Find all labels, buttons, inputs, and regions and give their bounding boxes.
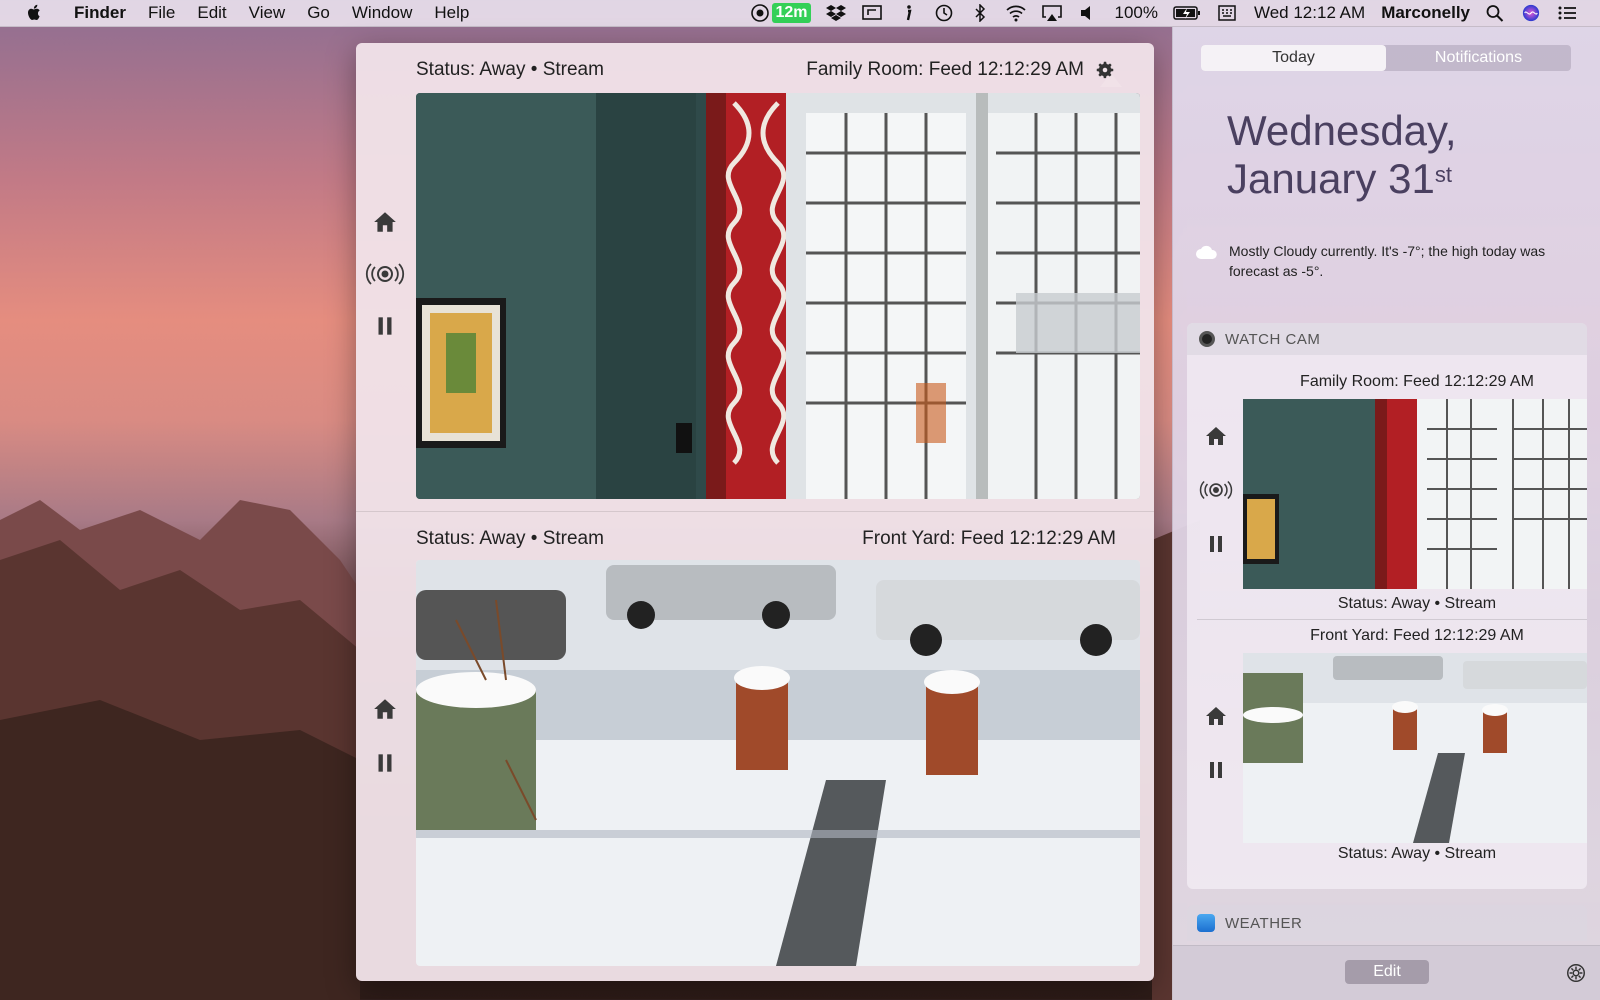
keyboard-viewer-icon[interactable]: [1216, 3, 1238, 23]
battery-percent: 100%: [1114, 3, 1158, 22]
airplay-icon[interactable]: [1041, 3, 1063, 23]
display-icon[interactable]: [861, 3, 883, 23]
widget-feed-title: Front Yard: Feed 12:12:29 AM: [1310, 627, 1524, 644]
pause-icon: [378, 317, 392, 335]
menubar-user[interactable]: Marconelly: [1381, 3, 1470, 23]
apple-menu-icon[interactable]: [24, 3, 44, 23]
cloud-icon: [1196, 245, 1217, 259]
edit-widgets-button[interactable]: Edit: [1345, 960, 1429, 984]
nc-settings-gear-icon[interactable]: [1565, 962, 1587, 984]
weather-summary-text: Mostly Cloudy currently. It's -7°; the h…: [1229, 243, 1546, 279]
home-icon: [374, 699, 396, 719]
widget-header[interactable]: WATCH CAM: [1187, 323, 1587, 355]
watch-cam-popover: Status: Away • Stream Family Room: Feed …: [356, 43, 1154, 981]
weather-summary: Mostly Cloudy currently. It's -7°; the h…: [1195, 241, 1575, 281]
time-machine-icon[interactable]: [933, 3, 955, 23]
cam-timer-badge: 12m: [772, 3, 811, 23]
menu-view[interactable]: View: [249, 3, 286, 23]
today-date: Wednesday, January 31st: [1227, 107, 1457, 203]
menu-file[interactable]: File: [148, 3, 175, 23]
menu-app-name[interactable]: Finder: [74, 3, 126, 23]
widget-title: WATCH CAM: [1225, 330, 1321, 348]
camera-feed-title: Front Yard: Feed 12:12:29 AM: [862, 528, 1116, 549]
wifi-icon[interactable]: [1005, 3, 1027, 23]
widget-camera-feed-image[interactable]: [1243, 653, 1587, 843]
siri-icon[interactable]: [1520, 3, 1542, 23]
pause-button[interactable]: [370, 748, 400, 778]
home-mode-button[interactable]: [1199, 701, 1233, 731]
weather-widget-title: WEATHER: [1225, 914, 1303, 932]
watch-cam-status-item[interactable]: 12m: [750, 3, 811, 23]
siren-icon: [365, 263, 405, 285]
date-suffix: st: [1434, 162, 1452, 187]
camera-panel-family-room: Status: Away • Stream Family Room: Feed …: [356, 43, 1154, 511]
camera-feed-title: Family Room: Feed 12:12:29 AM: [806, 59, 1084, 80]
camera-feed-image[interactable]: [416, 93, 1140, 499]
pause-icon: [378, 754, 392, 772]
menu-help[interactable]: Help: [434, 3, 469, 23]
weather-app-icon: [1197, 914, 1215, 932]
pause-button[interactable]: [1199, 755, 1233, 785]
pause-button[interactable]: [1199, 529, 1233, 559]
tab-today[interactable]: Today: [1201, 45, 1386, 71]
info-icon[interactable]: [897, 3, 919, 23]
notification-center-icon[interactable]: [1556, 3, 1578, 23]
spotlight-search-icon[interactable]: [1484, 3, 1506, 23]
volume-icon[interactable]: [1077, 3, 1099, 23]
siren-button[interactable]: [364, 259, 406, 289]
camera-header: Status: Away • Stream Family Room: Feed …: [416, 57, 1116, 83]
nc-segmented-tabs: Today Notifications: [1201, 45, 1571, 71]
home-icon: [374, 212, 396, 232]
weather-widget-header[interactable]: WEATHER: [1187, 905, 1587, 941]
date-weekday: Wednesday,: [1227, 107, 1457, 154]
home-mode-button[interactable]: [370, 207, 400, 237]
tab-notifications[interactable]: Notifications: [1386, 45, 1571, 71]
siren-button[interactable]: [1199, 475, 1233, 505]
camera-feed-image[interactable]: [416, 560, 1140, 966]
pause-button[interactable]: [370, 311, 400, 341]
menu-edit[interactable]: Edit: [197, 3, 226, 23]
pause-icon: [1210, 536, 1222, 552]
camera-panel-front-yard: Status: Away • Stream Front Yard: Feed 1…: [356, 511, 1154, 981]
home-icon: [1206, 427, 1226, 445]
menu-bar: Finder File Edit View Go Window Help 12m…: [0, 0, 1600, 27]
home-icon: [1206, 707, 1226, 725]
settings-gear-icon[interactable]: [1094, 59, 1116, 81]
camera-header: Status: Away • Stream Front Yard: Feed 1…: [416, 526, 1116, 552]
siren-icon: [1199, 480, 1233, 500]
camera-icon: [751, 4, 770, 22]
widget-status-text: Status: Away • Stream: [1337, 845, 1497, 862]
watch-cam-widget: WATCH CAM Family Room: Feed 12:12:29 AM …: [1187, 323, 1587, 889]
bluetooth-icon[interactable]: [969, 3, 991, 23]
watch-cam-app-icon: [1199, 331, 1215, 347]
battery-icon[interactable]: [1172, 3, 1202, 23]
camera-status-text: Status: Away • Stream: [416, 59, 604, 80]
widget-divider: [1197, 619, 1587, 620]
menu-go[interactable]: Go: [307, 3, 330, 23]
notification-center: Today Notifications Wednesday, January 3…: [1172, 27, 1600, 1000]
home-mode-button[interactable]: [1199, 421, 1233, 451]
dropbox-icon[interactable]: [825, 3, 847, 23]
widget-feed-title: Family Room: Feed 12:12:29 AM: [1300, 373, 1534, 390]
pause-icon: [1210, 762, 1222, 778]
camera-status-text: Status: Away • Stream: [416, 528, 604, 549]
menu-window[interactable]: Window: [352, 3, 412, 23]
home-mode-button[interactable]: [370, 694, 400, 724]
widget-camera-feed-image[interactable]: [1243, 399, 1587, 589]
widget-status-text: Status: Away • Stream: [1337, 595, 1497, 612]
menubar-clock[interactable]: Wed 12:12 AM: [1254, 3, 1365, 23]
date-month-day: January 31: [1227, 155, 1435, 202]
nc-footer: Edit: [1173, 945, 1600, 1000]
